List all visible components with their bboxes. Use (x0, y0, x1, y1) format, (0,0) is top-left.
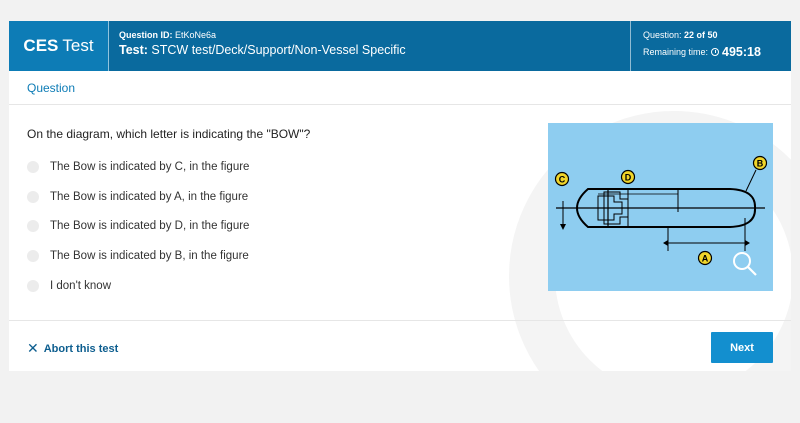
question-id-line: Question ID: EtKoNe6a (119, 30, 630, 40)
diagram-label-d: D (625, 173, 632, 183)
question-id-label: Question ID: (119, 30, 173, 40)
diagram-label-c: C (559, 175, 566, 185)
remaining-time-label: Remaining time: (643, 47, 709, 57)
radio-button[interactable] (27, 220, 39, 232)
next-button[interactable]: Next (711, 332, 773, 363)
brand-bold: CES (23, 36, 59, 55)
radio-button[interactable] (27, 161, 39, 173)
divider (9, 104, 791, 105)
test-label: Test: (119, 43, 148, 57)
radio-button[interactable] (27, 250, 39, 262)
answer-option-a[interactable]: The Bow is indicated by A, in the figure (27, 189, 248, 205)
diagram-label-a: A (702, 254, 709, 264)
question-info: Question ID: EtKoNe6a Test: STCW test/De… (109, 21, 631, 71)
question-diagram[interactable]: C D B A (548, 123, 773, 291)
clock-icon (711, 48, 720, 56)
brand-rest: Test (62, 36, 94, 55)
answer-option-d[interactable]: The Bow is indicated by D, in the figure (27, 218, 249, 234)
question-id-value: EtKoNe6a (175, 30, 217, 40)
answer-label[interactable]: The Bow is indicated by A, in the figure (50, 191, 248, 203)
vessel-diagram-image: C D B A (554, 155, 768, 276)
question-progress-label: Question: (643, 30, 682, 40)
remaining-time-line: Remaining time: 495:18 (643, 45, 791, 59)
test-path-line: Test: STCW test/Deck/Support/Non-Vessel … (119, 43, 630, 57)
answer-option-c[interactable]: The Bow is indicated by C, in the figure (27, 159, 249, 175)
abort-label[interactable]: Abort this test (44, 343, 119, 355)
radio-button[interactable] (27, 191, 39, 203)
test-path: STCW test/Deck/Support/Non-Vessel Specif… (151, 43, 406, 57)
remaining-time-value: 495:18 (722, 45, 761, 59)
brand-logo: CES Test (9, 21, 109, 71)
question-progress-value: 22 of 50 (684, 30, 718, 40)
question-text: On the diagram, which letter is indicati… (27, 127, 311, 141)
test-card: CES Test Question ID: EtKoNe6a Test: STC… (9, 21, 791, 371)
diagram-label-b: B (757, 159, 764, 169)
answer-label[interactable]: The Bow is indicated by D, in the figure (50, 220, 249, 232)
progress-info: Question: 22 of 50 Remaining time: 495:1… (631, 21, 791, 71)
radio-button[interactable] (27, 280, 39, 292)
close-icon: ✕ (27, 340, 39, 356)
answer-label[interactable]: I don't know (50, 280, 111, 292)
abort-test-link[interactable]: ✕ Abort this test (27, 340, 118, 357)
question-progress-line: Question: 22 of 50 (643, 30, 791, 40)
section-label: Question (27, 81, 76, 95)
zoom-icon[interactable] (733, 252, 757, 276)
answer-label[interactable]: The Bow is indicated by C, in the figure (50, 161, 249, 173)
divider (9, 320, 791, 321)
header-bar: CES Test Question ID: EtKoNe6a Test: STC… (9, 21, 791, 71)
answer-label[interactable]: The Bow is indicated by B, in the figure (50, 250, 249, 262)
answer-option-b[interactable]: The Bow is indicated by B, in the figure (27, 248, 249, 264)
answer-option-dont-know[interactable]: I don't know (27, 278, 111, 294)
